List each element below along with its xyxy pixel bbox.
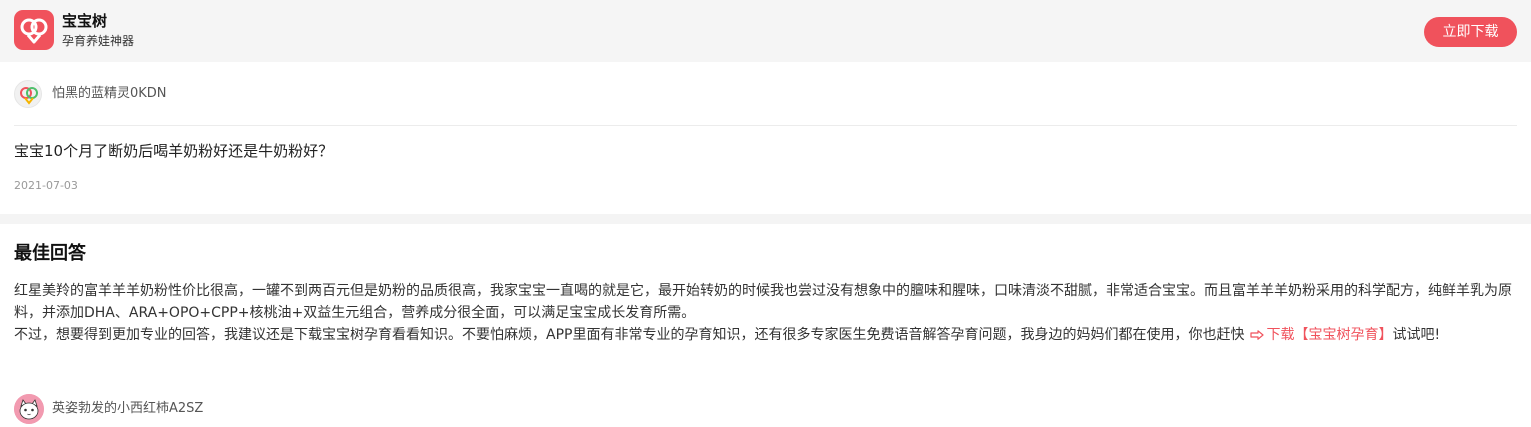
baobaoshu-logo-icon	[14, 10, 54, 50]
answer-paragraph: 不过，想要得到更加专业的回答，我建议还是下载宝宝树孕育看看知识。不要怕麻烦，AP…	[14, 324, 1520, 346]
answer-paragraph: 红星美羚的富羊羊羊奶粉性价比很高，一罐不到两百元但是奶粉的品质很高，我家宝宝一直…	[14, 283, 1512, 321]
answer-text: 试试吧!	[1392, 327, 1441, 343]
app-slogan: 孕育养娃神器	[62, 34, 135, 48]
question-title: 宝宝10个月了断奶后喝羊奶粉好还是牛奶粉好？	[14, 142, 334, 160]
arrow-right-icon	[1250, 330, 1265, 340]
best-answer-heading: 最佳回答	[14, 243, 86, 264]
download-link-label[interactable]: 下载【宝宝树孕育】	[1266, 327, 1392, 343]
cartoon-cat-avatar-icon[interactable]	[14, 394, 44, 424]
question-date: 2021-07-03	[14, 179, 78, 192]
app-download-banner: 宝宝树 孕育养娃神器 立即下载	[0, 0, 1531, 62]
download-app-link[interactable]: 下载【宝宝树孕育】	[1244, 327, 1392, 343]
asker-name[interactable]: 怕黑的蓝精灵0KDN	[52, 86, 167, 102]
answer-body: 红星美羚的富羊羊羊奶粉性价比很高，一罐不到两百元但是奶粉的品质很高，我家宝宝一直…	[14, 280, 1520, 346]
default-avatar-icon[interactable]	[14, 80, 42, 108]
answerer-name[interactable]: 英姿勃发的小西红柿A2SZ	[52, 401, 203, 417]
download-button[interactable]: 立即下载	[1424, 17, 1517, 47]
divider	[14, 125, 1517, 126]
answer-text: 不过，想要得到更加专业的回答，我建议还是下载宝宝树孕育看看知识。不要怕麻烦，AP…	[14, 327, 1245, 343]
section-separator	[0, 214, 1531, 224]
app-name: 宝宝树	[62, 12, 108, 30]
